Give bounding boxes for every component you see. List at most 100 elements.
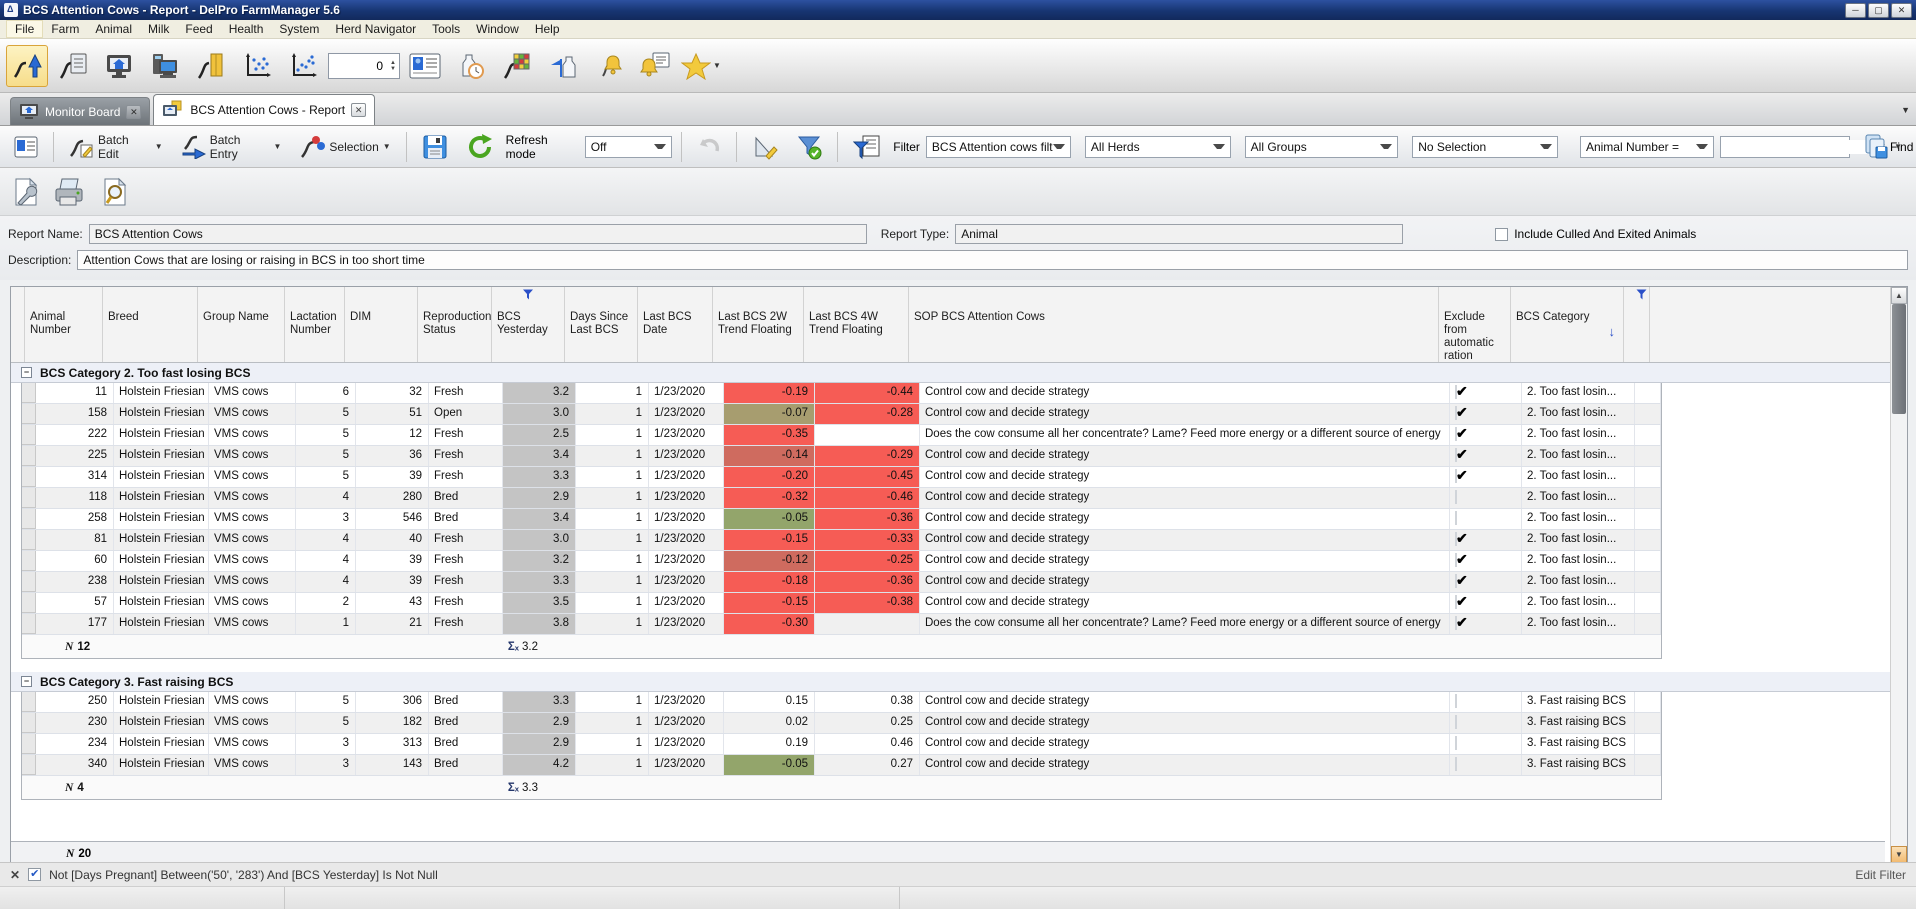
exclude-checkbox-unchecked[interactable] <box>1455 715 1457 729</box>
alarm-weather-button[interactable] <box>588 45 630 87</box>
page-setup-button[interactable] <box>10 177 40 207</box>
report-type-field[interactable]: Animal <box>955 224 1403 244</box>
cow-track-arrow-button[interactable] <box>6 45 48 87</box>
col-header-dim[interactable]: DIM <box>345 287 418 362</box>
col-header-last-bcs-4w-trend-floating[interactable]: Last BCS 4W Trend Floating <box>804 287 909 362</box>
alarm-list-button[interactable] <box>634 45 676 87</box>
col-header-last-bcs-2w-trend-floating[interactable]: Last BCS 2W Trend Floating <box>713 287 804 362</box>
favorites-star-button[interactable]: ▼ <box>680 45 722 87</box>
close-button[interactable]: ✕ <box>1891 3 1912 18</box>
menu-file[interactable]: File <box>6 20 43 38</box>
col-header-last-bcs-date[interactable]: Last BCS Date <box>638 287 713 362</box>
tab-list-chevron-down-icon[interactable]: ▼ <box>1901 105 1910 115</box>
col-header-blank[interactable] <box>1624 287 1650 362</box>
exclude-checkbox-checked[interactable] <box>1455 427 1457 441</box>
table-row[interactable]: 258Holstein FriesianVMS cows3546Bred3.41… <box>22 509 1661 530</box>
col-header-bcs-yesterday[interactable]: BCS Yesterday <box>492 287 565 362</box>
print-preview-button[interactable] <box>100 177 130 207</box>
exclude-checkbox-unchecked[interactable] <box>1455 511 1457 525</box>
table-row[interactable]: 222Holstein FriesianVMS cows512Fresh2.51… <box>22 425 1661 446</box>
milk-clock-button[interactable] <box>450 45 492 87</box>
table-row[interactable]: 250Holstein FriesianVMS cows5306Bred3.31… <box>22 692 1661 713</box>
table-row[interactable]: 158Holstein FriesianVMS cows551Open3.011… <box>22 404 1661 425</box>
exclude-checkbox-checked[interactable] <box>1455 574 1457 588</box>
tab-close-icon[interactable]: ✕ <box>126 105 141 119</box>
validate-filter-button[interactable] <box>790 131 828 163</box>
table-row[interactable]: 118Holstein FriesianVMS cows4280Bred2.91… <box>22 488 1661 509</box>
cow-report-button[interactable] <box>52 45 94 87</box>
col-header-bcs-category[interactable]: BCS Category↓ <box>1511 287 1624 362</box>
refresh-button[interactable] <box>460 130 500 164</box>
table-row[interactable]: 225Holstein FriesianVMS cows536Fresh3.41… <box>22 446 1661 467</box>
tab-close-icon[interactable]: ✕ <box>351 103 366 117</box>
filter-close-icon[interactable]: ✕ <box>10 868 20 882</box>
undo-button[interactable] <box>691 132 727 162</box>
maximize-button[interactable]: ▢ <box>1868 3 1889 18</box>
exclude-checkbox-checked[interactable] <box>1455 385 1457 399</box>
selection-button[interactable]: Selection▼ <box>293 132 396 162</box>
menu-milk[interactable]: Milk <box>140 21 177 37</box>
edit-filter-button[interactable]: Edit Filter <box>1855 868 1906 882</box>
design-report-button[interactable] <box>746 131 784 163</box>
col-header-animal-number[interactable]: Animal Number <box>25 287 103 362</box>
minimize-button[interactable]: ─ <box>1845 3 1866 18</box>
exclude-checkbox-checked[interactable] <box>1455 448 1457 462</box>
animal-card-button[interactable] <box>404 45 446 87</box>
selection-filter-select[interactable]: No Selection <box>1412 136 1558 158</box>
col-header-group-name[interactable]: Group Name <box>198 287 285 362</box>
filter-enabled-checkbox[interactable] <box>28 868 41 881</box>
find-input-box[interactable]: ▲▼ Find <box>1720 136 1850 158</box>
refresh-mode-select[interactable]: Off <box>585 136 673 158</box>
checkbox-icon[interactable] <box>1495 228 1508 241</box>
filter-select[interactable]: BCS Attention cows filt... <box>926 136 1071 158</box>
menu-window[interactable]: Window <box>468 21 527 37</box>
filter-funnel-icon[interactable] <box>1636 289 1647 300</box>
table-row[interactable]: 314Holstein FriesianVMS cows539Fresh3.31… <box>22 467 1661 488</box>
exclude-checkbox-checked[interactable] <box>1455 406 1457 420</box>
spinner-arrows-icon[interactable]: ▲▼ <box>387 60 399 72</box>
menu-system[interactable]: System <box>271 21 327 37</box>
group-header[interactable]: −BCS Category 3. Fast raising BCS <box>11 672 1907 692</box>
menu-feed[interactable]: Feed <box>177 21 220 37</box>
collapse-icon[interactable]: − <box>21 676 32 687</box>
remote-computer-button[interactable] <box>144 45 186 87</box>
col-header-exclude-from-automatic-ration-calculation[interactable]: Exclude from automatic ration calculatio… <box>1439 287 1511 362</box>
table-row[interactable]: 81Holstein FriesianVMS cows440Fresh3.011… <box>22 530 1661 551</box>
scroll-down-icon[interactable]: ▼ <box>1891 846 1907 862</box>
exclude-checkbox-checked[interactable] <box>1455 532 1457 546</box>
animal-number-spinner[interactable]: 0 ▲▼ <box>328 53 400 79</box>
cow-exit-button[interactable] <box>190 45 232 87</box>
table-row[interactable]: 340Holstein FriesianVMS cows3143Bred4.21… <box>22 755 1661 776</box>
col-header-lactation-number[interactable]: Lactation Number <box>285 287 345 362</box>
scatter-plot-button[interactable] <box>236 45 278 87</box>
scatter-plot-2-button[interactable] <box>282 45 324 87</box>
menu-health[interactable]: Health <box>221 21 272 37</box>
batch-entry-button[interactable]: Batch Entry▼ <box>175 130 288 164</box>
exclude-checkbox-unchecked[interactable] <box>1455 490 1457 504</box>
col-header-breed[interactable]: Breed <box>103 287 198 362</box>
tab-bcs-attention-cows-report[interactable]: BCS Attention Cows - Report ✕ <box>153 94 375 125</box>
table-row[interactable]: 11Holstein FriesianVMS cows632Fresh3.211… <box>22 383 1661 404</box>
milk-filter-button[interactable] <box>542 45 584 87</box>
exclude-checkbox-checked[interactable] <box>1455 469 1457 483</box>
table-row[interactable]: 234Holstein FriesianVMS cows3313Bred2.91… <box>22 734 1661 755</box>
collapse-icon[interactable]: − <box>21 367 32 378</box>
scrollbar-thumb[interactable] <box>1892 304 1906 414</box>
table-row[interactable]: 57Holstein FriesianVMS cows243Fresh3.511… <box>22 593 1661 614</box>
group-header[interactable]: −BCS Category 2. Too fast losing BCS <box>11 363 1907 383</box>
tab-monitor-board[interactable]: Monitor Board ✕ <box>10 97 150 125</box>
find-field-select[interactable]: Animal Number = <box>1580 136 1714 158</box>
table-row[interactable]: 60Holstein FriesianVMS cows439Fresh3.211… <box>22 551 1661 572</box>
menu-herd-navigator[interactable]: Herd Navigator <box>327 21 424 37</box>
filter-report-button[interactable] <box>847 131 887 163</box>
exclude-checkbox-checked[interactable] <box>1455 595 1457 609</box>
save-button[interactable] <box>416 131 454 163</box>
col-header-sop-bcs-attention-cows[interactable]: SOP BCS Attention Cows <box>909 287 1439 362</box>
col-header-days-since-last-bcs[interactable]: Days Since Last BCS <box>565 287 638 362</box>
feed-grid-button[interactable] <box>496 45 538 87</box>
menu-tools[interactable]: Tools <box>424 21 468 37</box>
table-row[interactable]: 238Holstein FriesianVMS cows439Fresh3.31… <box>22 572 1661 593</box>
include-culled-checkbox[interactable]: Include Culled And Exited Animals <box>1495 227 1696 241</box>
menu-animal[interactable]: Animal <box>87 21 140 37</box>
description-field[interactable]: Attention Cows that are losing or raisin… <box>77 250 1908 270</box>
